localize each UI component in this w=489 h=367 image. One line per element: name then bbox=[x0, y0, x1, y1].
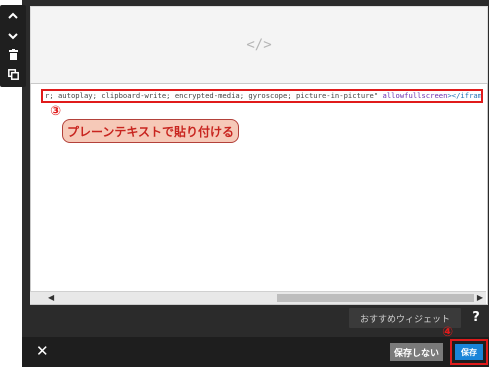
embed-preview: </> bbox=[30, 6, 488, 84]
move-down-button[interactable] bbox=[0, 27, 26, 45]
bottom-bar: ✕ 保存しない ④ 保存 bbox=[22, 325, 489, 367]
scroll-right-icon[interactable]: ▶ bbox=[477, 293, 483, 302]
scroll-left-icon[interactable]: ◀ bbox=[48, 293, 54, 302]
horizontal-scrollbar[interactable]: ◀ ▶ bbox=[30, 291, 486, 304]
step-3-callout: プレーンテキストで貼り付ける bbox=[62, 119, 239, 143]
close-icon[interactable]: ✕ bbox=[36, 342, 49, 360]
chevron-up-icon bbox=[8, 9, 18, 23]
trash-icon bbox=[8, 49, 18, 63]
code-icon: </> bbox=[246, 37, 272, 53]
delete-button[interactable] bbox=[0, 47, 26, 65]
chevron-down-icon bbox=[8, 29, 18, 43]
step-4-marker: ④ bbox=[442, 325, 454, 340]
save-button[interactable]: 保存 bbox=[455, 344, 483, 360]
copy-icon bbox=[7, 69, 19, 83]
scrollbar-thumb[interactable] bbox=[277, 294, 474, 302]
block-toolbar bbox=[0, 5, 26, 87]
code-attribute: allowfullscreen bbox=[382, 91, 448, 100]
widget-bar: おすすめウィジェット ? bbox=[30, 304, 486, 334]
code-closing-tag: ></iframe> bbox=[447, 91, 483, 100]
code-editor[interactable]: r; autoplay; clipboard-write; encrypted-… bbox=[30, 83, 488, 305]
code-text: r; autoplay; clipboard-write; encrypted-… bbox=[45, 91, 383, 100]
duplicate-button[interactable] bbox=[0, 67, 26, 85]
help-icon[interactable]: ? bbox=[468, 308, 484, 328]
move-up-button[interactable] bbox=[0, 7, 26, 25]
step-3-marker: ③ bbox=[50, 104, 62, 119]
save-highlight: 保存 bbox=[450, 339, 488, 365]
code-line-highlighted[interactable]: r; autoplay; clipboard-write; encrypted-… bbox=[41, 89, 483, 103]
dont-save-button[interactable]: 保存しない bbox=[390, 343, 443, 361]
